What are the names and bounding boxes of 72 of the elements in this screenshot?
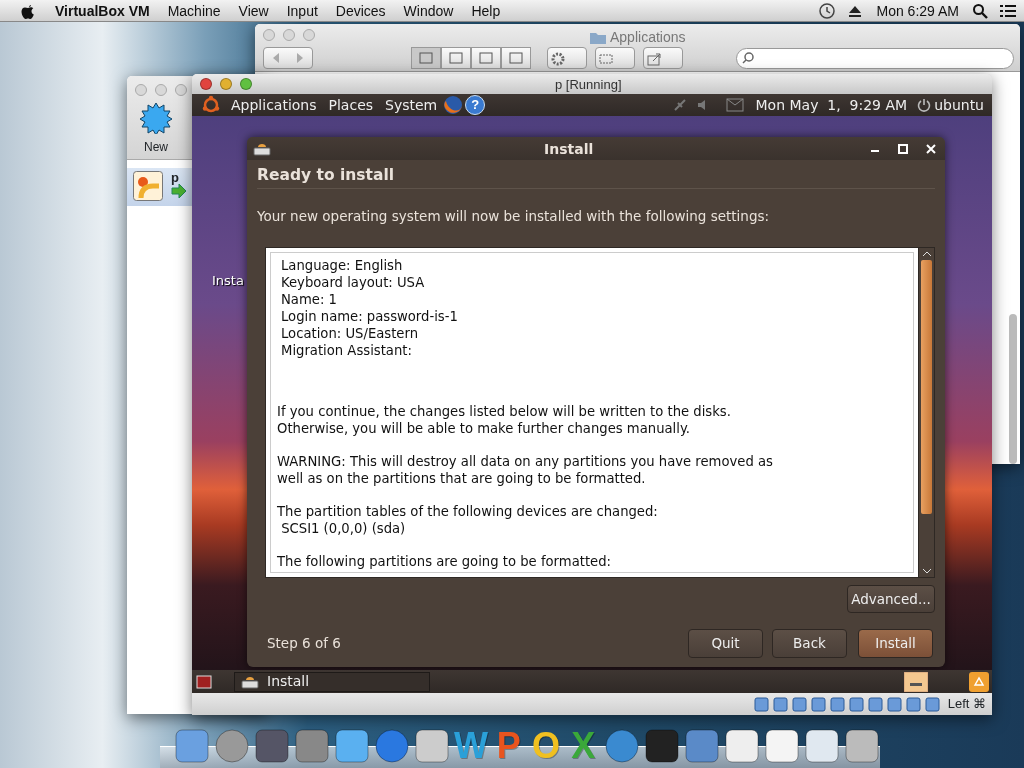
taskbar-button[interactable]: Install	[234, 671, 430, 692]
power-icon[interactable]	[917, 98, 932, 112]
scrollbar[interactable]	[1009, 314, 1017, 464]
summary-settings: Language: English Keyboard layout: USA Name: 1 Login name: password-is-1 Location: US/Eastern Migration Assistant:	[280, 257, 459, 359]
window-button[interactable]	[175, 84, 187, 96]
menu-item[interactable]: Input	[277, 0, 327, 22]
search-icon	[741, 51, 757, 65]
dock-app-icon[interactable]	[414, 728, 450, 764]
dock-app-icon[interactable]	[684, 728, 720, 764]
window-title: Applications	[610, 28, 686, 47]
step-indicator: Step 6 of 6	[267, 634, 341, 654]
os-logo-icon	[133, 171, 163, 201]
grid-view-button[interactable]	[411, 47, 441, 69]
list-view-button[interactable]	[441, 47, 471, 69]
scrollbar-thumb[interactable]	[921, 260, 932, 514]
menu-item[interactable]: View	[229, 0, 278, 22]
menu-item[interactable]: Window	[394, 0, 463, 22]
start-arrow-icon	[171, 184, 187, 198]
ubuntu-logo-icon[interactable]	[201, 95, 221, 115]
help-button[interactable]: ?	[465, 95, 486, 115]
dock-app-icon[interactable]	[724, 728, 760, 764]
back-button[interactable]: Back	[772, 629, 847, 658]
dialog-heading: Ready to install	[256, 165, 396, 186]
new-button[interactable]: New	[136, 102, 176, 156]
menu-item[interactable]: Machine	[158, 0, 230, 22]
intro-text: Your new operating system will now be installed with the following settings:	[256, 207, 771, 226]
dock-app-icon[interactable]	[254, 728, 290, 764]
zoom-button[interactable]	[240, 78, 252, 90]
window-title: p [Running]	[555, 76, 622, 94]
quit-button[interactable]: Quit	[688, 629, 763, 658]
app-name-menu[interactable]: VirtualBox VM	[46, 0, 159, 22]
search-icon[interactable]	[972, 2, 988, 19]
dock-app-icon[interactable]	[804, 728, 840, 764]
search-field[interactable]	[736, 47, 1014, 69]
arrange-button[interactable]	[595, 47, 635, 69]
menu-item[interactable]: Help	[462, 0, 510, 22]
menu-item[interactable]: Devices	[326, 0, 395, 22]
clock-history-icon[interactable]	[817, 1, 836, 20]
minimize-button[interactable]	[220, 78, 232, 90]
panel-clock[interactable]: Mon May 1, 9:29 AM	[755, 94, 908, 116]
firefox-icon[interactable]	[443, 95, 464, 115]
show-desktop-icon[interactable]	[196, 674, 212, 689]
summary-paragraph: The following partitions are going to be formatted:	[277, 553, 612, 570]
mail-icon[interactable]	[725, 98, 744, 112]
install-button[interactable]: Install	[858, 629, 933, 658]
summary-paragraph: If you continue, the changes listed below will be written to the disks. Otherwise, you will be able to make further changes manually.	[277, 403, 732, 437]
update-icon[interactable]	[904, 671, 928, 692]
summary-paragraph: WARNING: This will destroy all data on any partitions you have removed as well as on the partitions that are going to be formatted.	[277, 453, 774, 487]
user-name[interactable]: ubuntu	[934, 94, 984, 116]
dock-app-logo[interactable]: O	[529, 728, 563, 764]
recycle-icon[interactable]	[968, 670, 990, 693]
vm-name: p	[171, 171, 180, 184]
close-icon[interactable]	[925, 142, 937, 155]
coverflow-view-button[interactable]	[501, 47, 531, 69]
dialog-title: Install	[544, 140, 594, 159]
advanced-button[interactable]: Advanced...	[847, 585, 935, 614]
panel-menu[interactable]: Applications	[225, 94, 323, 116]
panel-menu[interactable]: System	[379, 94, 444, 116]
panel-menu[interactable]: Places	[322, 94, 380, 116]
action-menu-button[interactable]	[547, 47, 587, 69]
drive-icon	[241, 674, 259, 689]
maximize-icon[interactable]	[897, 142, 909, 155]
columns-view-button[interactable]	[471, 47, 501, 69]
menubar-clock[interactable]: Mon 6:29 AM	[867, 0, 968, 22]
summary-paragraph: The partition tables of the following devices are changed: SCSI1 (0,0,0) (sda)	[277, 503, 659, 537]
starburst-icon	[140, 102, 172, 134]
scrollbar[interactable]	[918, 248, 934, 577]
desktop-icon-label[interactable]: Insta	[212, 271, 244, 291]
back-forward-buttons[interactable]	[263, 47, 313, 69]
close-button[interactable]	[200, 78, 212, 90]
share-button[interactable]	[643, 47, 683, 69]
host-key-indicator: Left ⌘	[947, 695, 986, 714]
